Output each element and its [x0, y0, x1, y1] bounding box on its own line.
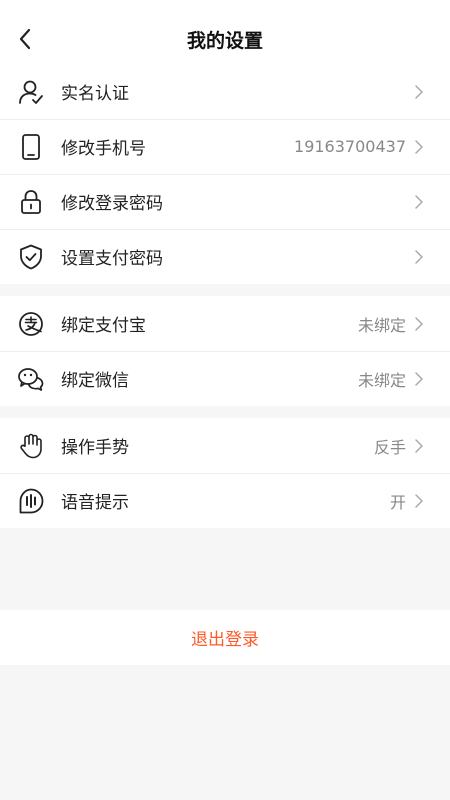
chevron-right-icon: [414, 249, 424, 265]
lock-icon: [16, 187, 46, 217]
row-label: 操作手势: [61, 438, 129, 458]
row-bind-alipay[interactable]: 绑定支付宝 未绑定: [0, 296, 450, 351]
section-gap: [0, 406, 450, 418]
row-label: 设置支付密码: [61, 249, 163, 269]
row-label: 绑定微信: [61, 371, 129, 391]
account-security-group: 实名认证 修改手机号 19163700437 修改登录密码 设置支付密码: [0, 64, 450, 284]
row-real-name-auth[interactable]: 实名认证: [0, 64, 450, 119]
row-label: 实名认证: [61, 84, 129, 104]
shield-check-icon: [16, 242, 46, 272]
wechat-icon: [16, 364, 46, 394]
status-bar: [0, 0, 450, 14]
header: 我的设置: [0, 14, 450, 64]
row-bind-wechat[interactable]: 绑定微信 未绑定: [0, 351, 450, 406]
row-change-phone[interactable]: 修改手机号 19163700437: [0, 119, 450, 174]
chevron-right-icon: [414, 438, 424, 454]
row-label: 语音提示: [61, 493, 129, 513]
row-voice-prompt[interactable]: 语音提示 开: [0, 473, 450, 528]
row-value: 19163700437: [294, 137, 406, 156]
row-label: 修改登录密码: [61, 194, 163, 214]
chevron-right-icon: [414, 84, 424, 100]
phone-icon: [16, 132, 46, 162]
logout-section: 退出登录: [0, 610, 450, 665]
preferences-group: 操作手势 反手 语音提示 开: [0, 418, 450, 528]
chevron-right-icon: [414, 316, 424, 332]
hand-icon: [16, 431, 46, 461]
row-set-pay-password[interactable]: 设置支付密码: [0, 229, 450, 284]
row-gesture[interactable]: 操作手势 反手: [0, 418, 450, 473]
back-button[interactable]: [8, 22, 42, 56]
section-gap: [0, 284, 450, 296]
chevron-right-icon: [414, 194, 424, 210]
chevron-right-icon: [414, 493, 424, 509]
row-change-login-password[interactable]: 修改登录密码: [0, 174, 450, 229]
row-label: 修改手机号: [61, 139, 146, 159]
row-value: 未绑定: [357, 370, 406, 390]
row-value: 反手: [373, 437, 406, 457]
row-label: 绑定支付宝: [61, 316, 146, 336]
logout-button[interactable]: 退出登录: [0, 610, 450, 665]
chevron-left-icon: [19, 28, 31, 50]
page-title: 我的设置: [186, 29, 263, 52]
row-value: 未绑定: [357, 315, 406, 335]
alipay-icon: [16, 309, 46, 339]
chevron-right-icon: [414, 139, 424, 155]
binding-group: 绑定支付宝 未绑定 绑定微信 未绑定: [0, 296, 450, 406]
user-verified-icon: [16, 77, 46, 107]
row-value: 开: [389, 492, 406, 512]
chevron-right-icon: [414, 371, 424, 387]
voice-icon: [16, 486, 46, 516]
